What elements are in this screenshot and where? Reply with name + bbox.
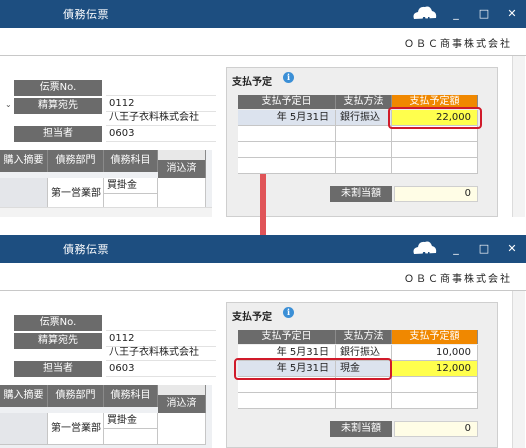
- payment-empty-cell[interactable]: [238, 158, 336, 174]
- grid-cell-account[interactable]: 買掛金: [104, 413, 158, 429]
- vertical-scrollbar[interactable]: [512, 291, 525, 448]
- payment-empty-cell[interactable]: [336, 142, 392, 158]
- grid-cell-department[interactable]: 第一営業部: [48, 178, 104, 210]
- payment-empty-cell[interactable]: [392, 158, 478, 174]
- close-button[interactable]: ✕: [498, 0, 526, 28]
- column-purchase-summary: 購入摘要: [0, 150, 48, 172]
- grid-cell-reconciled: [158, 413, 206, 445]
- header-divider: [0, 290, 526, 291]
- payment-row-1-amount[interactable]: 10,000: [392, 345, 478, 361]
- grid-horizontal-scrollbar[interactable]: [0, 207, 212, 217]
- payment-empty-cell[interactable]: [392, 393, 478, 409]
- payment-row-2-amount[interactable]: 12,000: [392, 361, 478, 377]
- voucher-no-field[interactable]: [106, 80, 216, 96]
- payment-empty-cell[interactable]: [336, 158, 392, 174]
- person-label: 担当者: [14, 126, 102, 142]
- grid-cell-department[interactable]: 第一営業部: [48, 413, 104, 445]
- grid-cell-reconciled: [158, 178, 206, 210]
- settlement-label: 精算宛先: [14, 333, 102, 349]
- company-name: ＯＢＣ商事株式会社: [404, 39, 512, 50]
- column-purchase-summary: 購入摘要: [0, 385, 48, 407]
- company-name: ＯＢＣ商事株式会社: [404, 274, 512, 285]
- column-account: 債務科目: [104, 385, 158, 407]
- payment-empty-cell[interactable]: [238, 393, 336, 409]
- column-department: 債務部門: [48, 385, 104, 407]
- app-title: 債務伝票: [63, 8, 109, 21]
- unallocated-value: 0: [394, 186, 478, 202]
- settlement-name: 八王子衣料株式会社: [106, 345, 216, 361]
- info-icon[interactable]: i: [283, 307, 294, 318]
- maximize-button[interactable]: □: [470, 0, 498, 28]
- minimize-button[interactable]: _: [442, 0, 470, 28]
- header-payment-date: 支払予定日: [238, 330, 336, 344]
- grid-cell-account[interactable]: 買掛金: [104, 178, 158, 194]
- column-reconciled: 消込済: [158, 160, 206, 178]
- person-code-field[interactable]: 0603: [106, 361, 216, 377]
- minimize-button[interactable]: _: [442, 235, 470, 263]
- grid-cell-summary[interactable]: [0, 413, 48, 445]
- settlement-name: 八王子衣料株式会社: [106, 110, 216, 126]
- screen-after: 債務伝票 AI _ □ ✕ ＯＢＣ商事株式会社 伝票No. 精算宛先 0112 …: [0, 235, 526, 448]
- payment-empty-cell[interactable]: [392, 142, 478, 158]
- ai-badge-text: AI: [421, 16, 430, 25]
- grid-cell-summary[interactable]: [0, 178, 48, 210]
- ai-cloud-icon[interactable]: AI: [410, 3, 438, 25]
- unallocated-value: 0: [394, 421, 478, 437]
- person-label: 担当者: [14, 361, 102, 377]
- settlement-label: 精算宛先: [14, 98, 102, 114]
- header-payment-date: 支払予定日: [238, 95, 336, 109]
- payment-empty-cell[interactable]: [336, 393, 392, 409]
- header-payment-method: 支払方法: [336, 330, 392, 344]
- payment-row-date[interactable]: 年 5月31日: [238, 110, 336, 126]
- info-icon[interactable]: i: [283, 72, 294, 83]
- ai-cloud-icon[interactable]: AI: [410, 238, 438, 260]
- payment-empty-cell[interactable]: [238, 126, 336, 142]
- app-title: 債務伝票: [63, 243, 109, 256]
- payment-schedule-title: 支払予定: [232, 312, 272, 323]
- maximize-button[interactable]: □: [470, 235, 498, 263]
- voucher-no-label: 伝票No.: [14, 80, 102, 96]
- voucher-no-field[interactable]: [106, 315, 216, 331]
- payment-empty-cell[interactable]: [392, 377, 478, 393]
- column-reconciled: 消込済: [158, 395, 206, 413]
- voucher-no-label: 伝票No.: [14, 315, 102, 331]
- person-code-field[interactable]: 0603: [106, 126, 216, 142]
- vertical-scrollbar[interactable]: [512, 56, 525, 217]
- title-bar: 債務伝票 AI _ □ ✕: [0, 235, 526, 263]
- unallocated-label: 未割当額: [330, 186, 392, 202]
- unallocated-label: 未割当額: [330, 421, 392, 437]
- payment-schedule-title: 支払予定: [232, 77, 272, 88]
- ai-badge-text: AI: [421, 251, 430, 260]
- column-account: 債務科目: [104, 150, 158, 172]
- highlight-new-row: [234, 358, 392, 380]
- payment-empty-cell[interactable]: [238, 142, 336, 158]
- title-bar: 債務伝票 AI _ □ ✕: [0, 0, 526, 28]
- collapse-chevron-icon[interactable]: ⌄: [5, 100, 12, 109]
- highlight-amount-before: [388, 107, 482, 129]
- header-divider: [0, 55, 526, 56]
- column-department: 債務部門: [48, 150, 104, 172]
- payment-row-method[interactable]: 銀行振込: [336, 110, 392, 126]
- header-payment-amount: 支払予定額: [392, 330, 478, 344]
- grid-cell-account-sub[interactable]: [104, 429, 158, 445]
- close-button[interactable]: ✕: [498, 235, 526, 263]
- payment-empty-cell[interactable]: [336, 126, 392, 142]
- header-payment-method: 支払方法: [336, 95, 392, 109]
